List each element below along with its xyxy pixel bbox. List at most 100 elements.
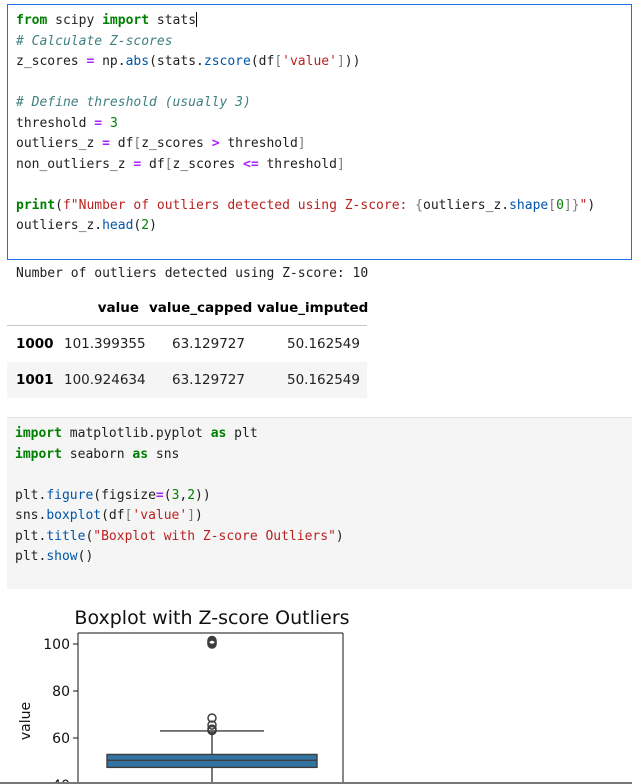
- code-token: import: [15, 446, 62, 462]
- code-token: >: [211, 136, 220, 151]
- code-line: plt.title("Boxplot with Z-score Outliers…: [15, 527, 344, 548]
- code-token: )): [195, 487, 211, 503]
- code-token: ): [149, 218, 157, 233]
- code-line: import seaborn as sns: [15, 445, 344, 466]
- cell-value: 101.399355: [64, 336, 146, 352]
- code-token: from: [16, 13, 48, 28]
- code-token: z_scores: [172, 156, 243, 172]
- code-token: sns.: [15, 508, 47, 523]
- code-line: # Define threshold (usually 3): [16, 93, 595, 114]
- code-token: boxplot: [46, 508, 102, 523]
- code-token: )): [344, 54, 361, 69]
- code-token: (: [55, 197, 63, 213]
- code-token: import: [15, 426, 62, 441]
- code-token: [: [548, 197, 557, 213]
- cell-value: 100.924634: [64, 372, 146, 388]
- code-token: figure: [46, 487, 94, 503]
- code-token: 2: [141, 218, 150, 233]
- code-token: zscore: [203, 54, 251, 69]
- code-editor[interactable]: from scipy import stats # Calculate Z-sco…: [16, 11, 595, 237]
- code-token: np.: [94, 54, 126, 69]
- code-token: plt.: [15, 528, 47, 544]
- code-token: ]: [187, 508, 196, 523]
- code-line: from scipy import stats: [16, 11, 595, 32]
- code-token: # Calculate Z-scores: [16, 33, 173, 49]
- code-token: z_scores: [141, 136, 212, 151]
- code-token: plt.: [15, 549, 47, 564]
- notebook-page: from scipy import stats # Calculate Z-sco…: [0, 0, 632, 784]
- code-token: (): [77, 549, 94, 564]
- code-token: as: [210, 426, 227, 441]
- code-token: print: [16, 197, 56, 213]
- code-token: ): [335, 528, 344, 544]
- code-line: plt.figure(figsize=(3,2)): [15, 486, 344, 507]
- code-token: ]: [336, 156, 345, 172]
- code-token: 'value': [282, 54, 337, 69]
- y-tick-label: 100: [43, 637, 70, 653]
- code-line: print(f"Number of outliers detected usin…: [16, 196, 595, 217]
- code-token: [: [274, 54, 283, 69]
- code-line: sns.boxplot(df['value']): [15, 506, 344, 527]
- code-token: {: [415, 197, 423, 213]
- y-axis-label: value: [18, 702, 34, 740]
- cell-value-capped: 63.129727: [171, 372, 245, 388]
- code-token: plt: [226, 426, 258, 441]
- code-line: import matplotlib.pyplot as plt: [15, 424, 344, 445]
- code-token: show: [46, 549, 78, 564]
- code-token: "Boxplot with Z-score Outliers": [93, 528, 336, 544]
- code-token: (: [163, 487, 172, 503]
- code-token: =: [155, 487, 164, 503]
- code-token: =: [94, 115, 103, 131]
- dataframe-output: value value_capped value_imputed 1000 10…: [7, 290, 369, 398]
- code-token: ]: [336, 54, 345, 69]
- header-value-imputed: value_imputed: [257, 300, 369, 316]
- y-tick-label: 60: [52, 731, 70, 747]
- code-token: ): [587, 197, 596, 213]
- code-cell-zscore[interactable]: from scipy import stats # Calculate Z-sco…: [7, 4, 632, 260]
- code-token: <=: [243, 156, 259, 172]
- chart-title: Boxplot with Z-score Outliers: [74, 607, 349, 629]
- code-token: sns: [148, 446, 180, 462]
- code-token: stats: [149, 13, 197, 28]
- code-token: outliers_z.: [423, 197, 510, 213]
- code-token: =: [102, 136, 110, 151]
- boxplot-output: Boxplot with Z-score Outliers value 100 8…: [0, 598, 632, 784]
- code-token: head: [102, 218, 134, 233]
- code-line: plt.show(): [15, 547, 344, 568]
- code-line: non_outliers_z = df[z_scores <= threshol…: [16, 155, 595, 176]
- cell-value-capped: 63.129727: [171, 336, 245, 352]
- header-value: value: [97, 300, 139, 316]
- code-token: seaborn: [61, 446, 133, 462]
- header-value-capped: value_capped: [149, 300, 253, 316]
- cell-value-imputed: 50.162549: [286, 336, 360, 352]
- code-token: z_scores: [16, 54, 87, 69]
- code-cell-boxplot[interactable]: import matplotlib.pyplot as plt import se…: [7, 417, 632, 589]
- code-token: threshold: [16, 115, 95, 131]
- code-token: ]: [297, 136, 306, 151]
- row-index: 1000: [16, 336, 54, 352]
- code-token: title: [46, 528, 86, 544]
- code-token: f"Number of outliers detected using Z-sc…: [62, 197, 416, 213]
- table-row: 1001 100.924634 63.129727 50.162549: [7, 362, 367, 398]
- code-token: df: [109, 136, 134, 151]
- code-token: 3: [109, 115, 118, 131]
- code-line: z_scores = np.abs(stats.zscore(df['value…: [16, 52, 595, 73]
- table-row: 1000 101.399355 63.129727 50.162549: [7, 326, 367, 362]
- code-token: threshold: [219, 136, 298, 151]
- code-token: non_outliers_z: [16, 156, 134, 172]
- code-token: matplotlib.pyplot: [61, 426, 211, 441]
- y-tick-label: 80: [52, 684, 70, 700]
- code-editor[interactable]: import matplotlib.pyplot as plt import se…: [15, 424, 344, 568]
- code-line: outliers_z = df[z_scores > threshold]: [16, 134, 595, 155]
- code-line: outliers_z.head(2): [16, 216, 595, 237]
- text-cursor: [196, 12, 198, 27]
- code-token: ): [195, 508, 203, 523]
- code-token: 'value': [132, 508, 188, 523]
- code-token: (df: [250, 54, 275, 69]
- code-token: df: [141, 156, 165, 172]
- code-token: [: [164, 156, 173, 172]
- code-token: import: [102, 13, 150, 28]
